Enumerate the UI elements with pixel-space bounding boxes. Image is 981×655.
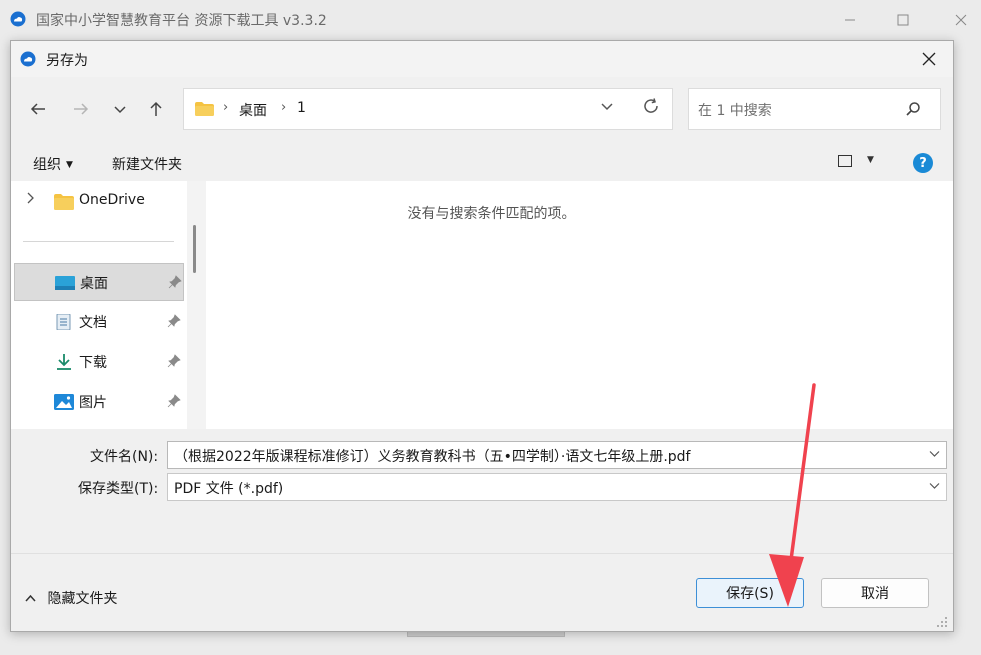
chevron-down-icon[interactable]	[929, 448, 940, 462]
filename-label: 文件名(N):	[90, 449, 159, 465]
chevron-up-icon	[25, 593, 40, 606]
folder-icon	[195, 102, 214, 116]
tree-item-pictures[interactable]: 图片	[14, 383, 184, 421]
chevron-down-icon	[114, 106, 126, 114]
folder-icon	[54, 194, 74, 210]
pin-icon	[167, 394, 181, 408]
refresh-icon[interactable]	[642, 97, 660, 120]
tree-label-desktop: 桌面	[80, 276, 108, 292]
arrow-left-icon	[30, 103, 45, 115]
tree-divider	[23, 241, 174, 242]
caret-down-icon: ▼	[66, 160, 73, 170]
tree-label-pictures: 图片	[79, 395, 107, 411]
tree-label-downloads: 下载	[79, 355, 107, 371]
app-close-icon[interactable]	[949, 8, 973, 32]
app-titlebar: 国家中小学智慧教育平台 资源下载工具 v3.3.2	[0, 0, 981, 40]
breadcrumb-desktop[interactable]: 桌面	[239, 100, 267, 120]
cancel-button[interactable]: 取消	[821, 578, 929, 608]
minimize-icon[interactable]	[838, 8, 862, 32]
picture-icon	[54, 394, 74, 410]
app-title: 国家中小学智慧教育平台 资源下载工具 v3.3.2	[36, 13, 327, 29]
filetype-select[interactable]: PDF 文件 (*.pdf)	[167, 473, 947, 501]
save-button[interactable]: 保存(S)	[696, 578, 804, 608]
dialog-titlebar: 另存为	[11, 41, 953, 77]
breadcrumb-separator: ›	[223, 100, 229, 115]
new-folder-button[interactable]: 新建文件夹	[112, 154, 182, 174]
pin-icon	[167, 354, 181, 368]
resize-grip-icon[interactable]	[936, 616, 948, 628]
dialog-title: 另存为	[46, 53, 88, 69]
cloud-logo-icon	[20, 51, 36, 67]
hide-folders-label: 隐藏文件夹	[47, 591, 118, 607]
filetype-value: PDF 文件 (*.pdf)	[174, 481, 284, 497]
command-bar: 组织 ▼ 新建文件夹 ▼ ?	[11, 144, 953, 180]
filename-value: （根据2022年版课程标准修订）义务教育教科书（五•四学制）·语文七年级上册.p…	[174, 449, 691, 465]
breadcrumb-separator: ›	[281, 100, 287, 115]
search-placeholder: 在 1 中搜索	[698, 103, 772, 119]
hide-folders-toggle[interactable]: 隐藏文件夹	[25, 588, 118, 608]
view-mode-icon[interactable]	[838, 155, 852, 167]
recent-locations-button[interactable]	[108, 97, 132, 121]
chevron-right-icon[interactable]	[26, 192, 36, 208]
view-options-caret-icon[interactable]: ▼	[867, 155, 874, 165]
forward-button[interactable]	[69, 97, 93, 121]
help-icon[interactable]: ?	[913, 153, 933, 173]
desktop-icon	[55, 276, 75, 290]
search-icon	[906, 102, 920, 116]
organize-label: 组织	[33, 157, 61, 173]
organize-menu[interactable]: 组织 ▼	[33, 154, 73, 174]
empty-message: 没有与搜索条件匹配的项。	[407, 206, 576, 222]
address-dropdown-icon[interactable]	[600, 99, 614, 117]
cloud-logo-icon	[10, 11, 26, 27]
filename-input[interactable]: （根据2022年版课程标准修订）义务教育教科书（五•四学制）·语文七年级上册.p…	[167, 441, 947, 469]
close-icon[interactable]	[915, 47, 943, 71]
breadcrumb-folder-1[interactable]: 1	[297, 100, 306, 116]
document-icon	[56, 314, 71, 330]
chevron-down-icon[interactable]	[929, 480, 940, 494]
arrow-up-icon	[150, 101, 162, 116]
tree-label-documents: 文档	[79, 315, 107, 331]
arrow-right-icon	[74, 103, 89, 115]
footer-divider	[11, 553, 953, 554]
download-icon	[57, 354, 71, 370]
pin-icon	[168, 275, 182, 289]
maximize-icon[interactable]	[891, 8, 915, 32]
tree-item-documents[interactable]: 文档	[14, 303, 184, 341]
back-button[interactable]	[26, 97, 50, 121]
navigation-scrollbar[interactable]	[187, 181, 206, 429]
save-as-dialog: 另存为 › 桌面 › 1 在 1 中搜索 组织 ▼ 新建文件夹 ▼ ? OneD…	[10, 40, 954, 632]
tree-item-desktop[interactable]: 桌面	[14, 263, 184, 301]
pin-icon	[167, 314, 181, 328]
file-list[interactable]: 没有与搜索条件匹配的项。	[206, 181, 953, 429]
address-bar[interactable]: › 桌面 › 1	[183, 88, 673, 130]
tree-item-onedrive[interactable]: OneDrive	[14, 183, 184, 221]
scrollbar-thumb[interactable]	[193, 225, 196, 273]
navigation-pane: OneDrive 桌面 文档 下载 图片	[11, 181, 206, 429]
tree-label-onedrive: OneDrive	[79, 192, 145, 208]
search-input[interactable]: 在 1 中搜索	[688, 88, 941, 130]
up-button[interactable]	[144, 97, 168, 121]
filetype-label: 保存类型(T):	[78, 481, 159, 497]
tree-item-downloads[interactable]: 下载	[14, 343, 184, 381]
